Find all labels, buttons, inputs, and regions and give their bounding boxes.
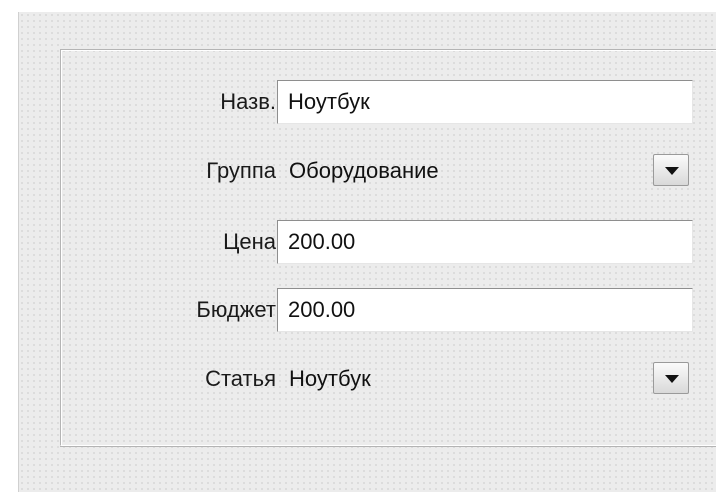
group-label: Группа — [206, 158, 276, 183]
budget-label: Бюджет — [196, 297, 276, 322]
row-price: Цена 200.00 — [61, 220, 716, 264]
chevron-down-icon — [665, 375, 679, 383]
group-select[interactable]: Оборудование — [277, 149, 693, 193]
form-window: Назв. Ноутбук Группа Оборудование Цена 2… — [18, 12, 716, 492]
budget-input[interactable]: 200.00 — [277, 288, 693, 332]
name-label: Назв. — [220, 89, 276, 114]
row-article: Статья Ноутбук — [61, 357, 716, 401]
article-select[interactable]: Ноутбук — [277, 357, 693, 401]
row-name: Назв. Ноутбук — [61, 80, 716, 124]
article-dropdown-button[interactable] — [653, 362, 689, 394]
price-input[interactable]: 200.00 — [277, 220, 693, 264]
row-group: Группа Оборудование — [61, 149, 716, 193]
price-label: Цена — [223, 229, 276, 254]
article-label: Статья — [205, 366, 276, 391]
chevron-down-icon — [665, 167, 679, 175]
name-input[interactable]: Ноутбук — [277, 80, 693, 124]
group-select-value: Оборудование — [289, 158, 439, 183]
article-select-value: Ноутбук — [289, 366, 371, 391]
row-budget: Бюджет 200.00 — [61, 288, 716, 332]
form-panel: Назв. Ноутбук Группа Оборудование Цена 2… — [60, 49, 716, 446]
group-dropdown-button[interactable] — [653, 154, 689, 186]
